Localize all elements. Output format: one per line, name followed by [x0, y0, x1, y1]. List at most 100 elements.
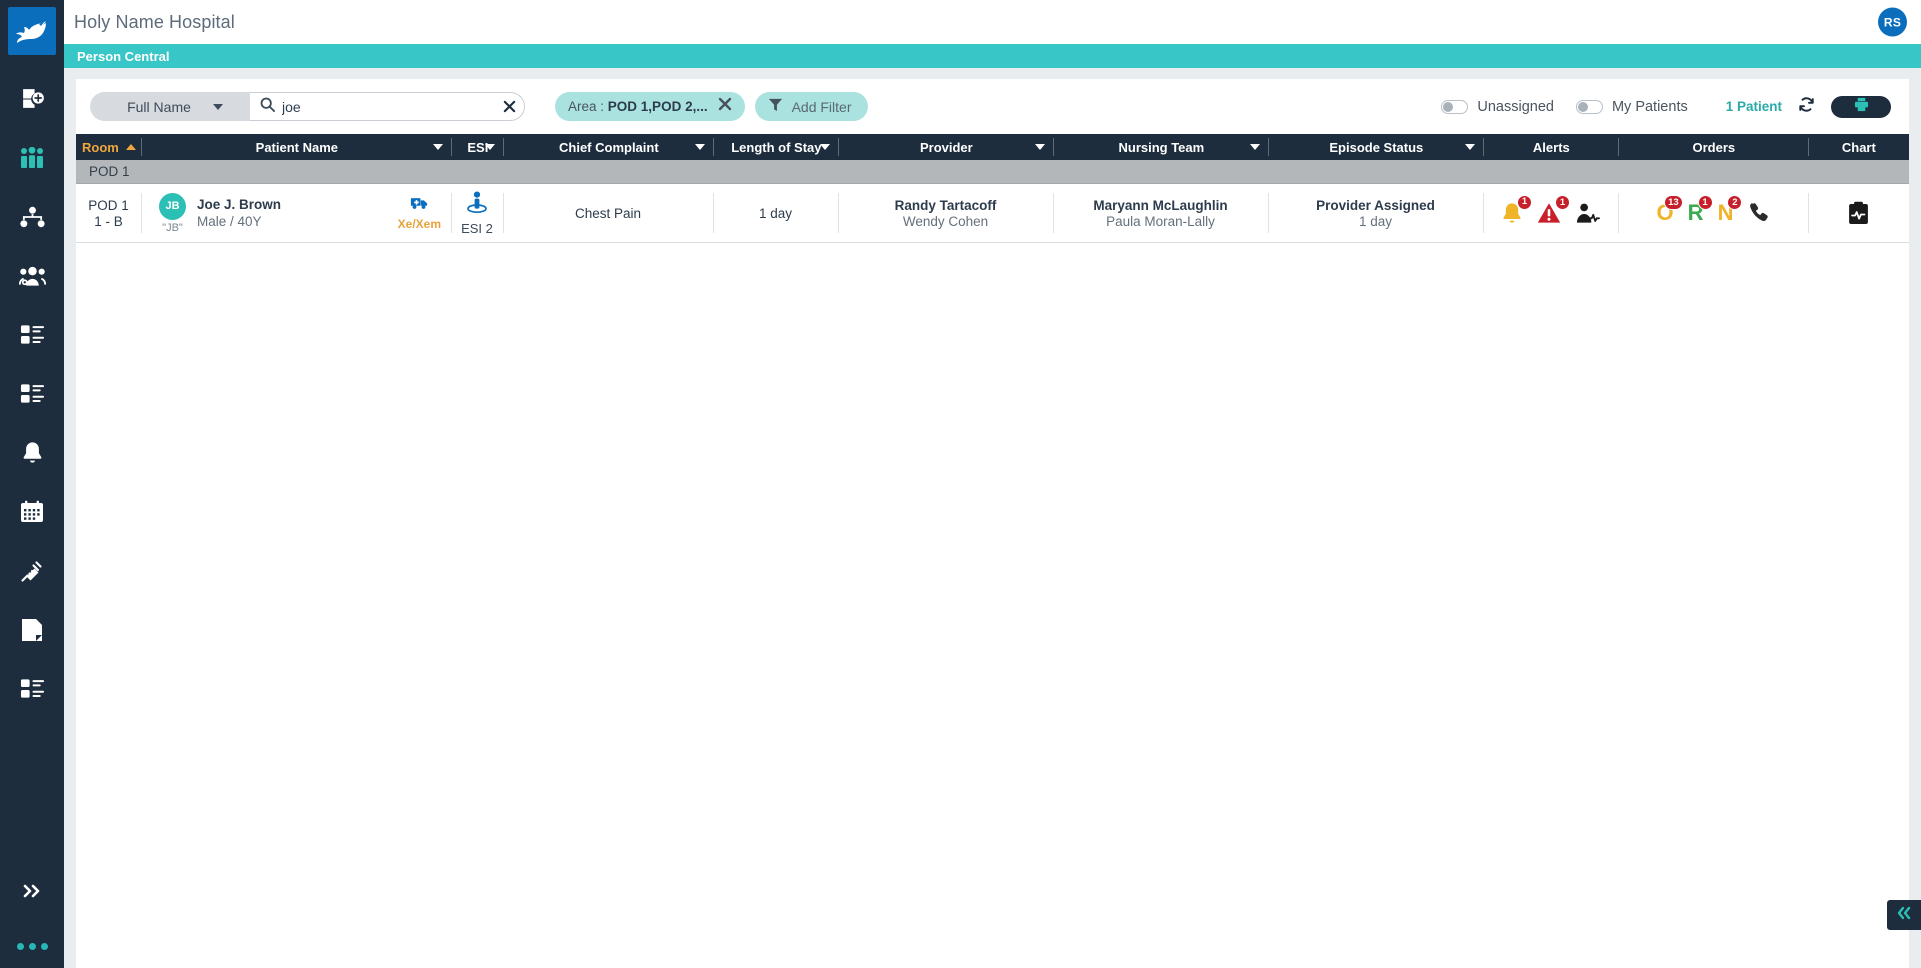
patient-list-table: Room Patient Name ESI Chief Complaint Length…: [76, 134, 1909, 968]
refresh-icon: [1798, 96, 1815, 118]
cell-room: POD 11 - B: [76, 184, 141, 242]
printer-icon: [1854, 97, 1869, 117]
count-badge: 2: [1727, 195, 1743, 210]
patient-name-label[interactable]: Joe J. Brown: [197, 197, 281, 212]
toggle-unassigned[interactable]: Unassigned: [1441, 99, 1554, 115]
column-header-chief-complaint[interactable]: Chief Complaint: [504, 134, 714, 160]
sidebar-expand-button[interactable]: [0, 876, 64, 910]
print-button[interactable]: [1831, 95, 1891, 118]
search-group: Full Name: [90, 92, 525, 121]
cell-episode-status: Provider Assigned 1 day: [1268, 184, 1483, 242]
syringe-icon: [20, 559, 44, 583]
chevron-down-icon[interactable]: [819, 144, 830, 150]
column-header-nursing-team[interactable]: Nursing Team: [1054, 134, 1269, 160]
sidebar-item-registration[interactable]: [0, 69, 64, 128]
people-group-icon: [19, 146, 45, 169]
toggle-unassigned-label: Unassigned: [1477, 98, 1554, 115]
nursing-primary: Maryann McLaughlin: [1093, 197, 1228, 213]
search-field-select[interactable]: Full Name: [90, 92, 250, 121]
chevron-down-icon[interactable]: [1464, 144, 1475, 150]
search-field-value: Full Name: [127, 98, 191, 115]
filter-chip-area[interactable]: Area : POD 1,POD 2,...: [555, 92, 745, 121]
warning-triangle-icon[interactable]: 1: [1537, 195, 1570, 224]
hierarchy-icon: [19, 206, 45, 228]
cell-length-of-stay: 1 day: [713, 184, 838, 242]
column-header-chart[interactable]: Chart: [1809, 134, 1909, 160]
phone-icon[interactable]: [1747, 202, 1769, 224]
toggle-unassigned-switch[interactable]: [1441, 99, 1469, 114]
remove-filter-icon[interactable]: [718, 97, 732, 116]
cell-chart: [1808, 184, 1908, 242]
sidebar-item-notifications[interactable]: [0, 423, 64, 482]
chief-complaint-label: Chest Pain: [574, 205, 642, 221]
chevron-down-icon[interactable]: [694, 144, 705, 150]
column-header-label: Patient Name: [255, 139, 339, 155]
avatar[interactable]: JB: [159, 192, 186, 220]
chevron-down-icon[interactable]: [1034, 144, 1045, 150]
team-settings-icon: [18, 265, 46, 287]
clipboard-waveform-icon[interactable]: [1847, 201, 1870, 225]
column-header-label: Chief Complaint: [559, 139, 659, 155]
panel-collapse-button[interactable]: [1887, 900, 1921, 930]
column-header-length-of-stay[interactable]: Length of Stay: [714, 134, 839, 160]
toggle-my-patients-switch[interactable]: [1575, 99, 1603, 114]
sidebar-item-org-chart[interactable]: [0, 187, 64, 246]
sidebar-item-worklist[interactable]: [0, 305, 64, 364]
sidebar-item-schedule[interactable]: [0, 482, 64, 541]
sidebar-item-people[interactable]: [0, 128, 64, 187]
avatar-nickname: "JB": [162, 221, 183, 234]
column-header-label: Episode Status: [1329, 139, 1424, 155]
bell-icon[interactable]: 1: [1501, 194, 1532, 225]
clipboard-add-icon: [20, 86, 45, 111]
patient-monitor-icon[interactable]: [1575, 203, 1600, 224]
column-header-patient-name[interactable]: Patient Name: [142, 134, 452, 160]
filter-chip-area-text: Area : POD 1,POD 2,...: [568, 99, 708, 114]
sidebar-item-reports[interactable]: [0, 659, 64, 718]
sidebar-item-tasks[interactable]: [0, 364, 64, 423]
sidebar-item-care-team[interactable]: [0, 246, 64, 305]
refresh-button[interactable]: [1798, 96, 1815, 118]
sidebar-item-medications[interactable]: [0, 541, 64, 600]
clear-search-icon[interactable]: [503, 100, 516, 113]
cell-nursing-team: Maryann McLaughlin Paula Moran-Lally: [1053, 184, 1268, 242]
ellipsis-icon: [28, 942, 36, 950]
column-header-room[interactable]: Room: [76, 134, 142, 160]
document-icon: [21, 618, 43, 642]
cell-esi: ESI 2: [451, 184, 503, 242]
chevron-down-icon[interactable]: [432, 144, 443, 150]
search-icon: [260, 97, 275, 117]
order-letter-r[interactable]: R1: [1688, 195, 1713, 224]
cell-chief-complaint: Chest Pain: [503, 184, 713, 242]
order-letter-n[interactable]: N2: [1718, 195, 1743, 224]
chevrons-left-icon: [1895, 906, 1913, 925]
provider-primary: Randy Tartacoff: [894, 197, 997, 213]
column-header-episode-status[interactable]: Episode Status: [1269, 134, 1484, 160]
list-blocks-alt-icon: [20, 383, 45, 404]
patient-pronouns: Xe/Xem: [397, 217, 441, 231]
sidebar-more-button[interactable]: [0, 936, 64, 956]
dove-logo-icon[interactable]: [8, 7, 56, 55]
chevron-down-icon[interactable]: [484, 144, 495, 150]
alerts-icon-group: 11: [1501, 194, 1600, 225]
count-badge: 13: [1664, 195, 1683, 210]
ellipsis-icon: [16, 942, 24, 950]
column-header-orders[interactable]: Orders: [1619, 134, 1809, 160]
patient-count-label: 1 Patient: [1725, 99, 1782, 114]
user-avatar[interactable]: RS: [1878, 7, 1907, 37]
group-header-row[interactable]: POD 1: [76, 160, 1909, 184]
column-header-label: Chart: [1841, 139, 1876, 155]
column-header-esi[interactable]: ESI: [452, 134, 504, 160]
toggle-my-patients[interactable]: My Patients: [1575, 99, 1688, 115]
table-row[interactable]: POD 11 - B JB "JB" Joe J. Brown Male / 40Y Xe…: [76, 184, 1909, 243]
column-header-provider[interactable]: Provider: [839, 134, 1054, 160]
chevrons-right-icon: [21, 883, 43, 904]
search-input[interactable]: [282, 98, 496, 115]
sidebar-item-documents[interactable]: [0, 600, 64, 659]
cell-patient-name[interactable]: JB "JB" Joe J. Brown Male / 40Y Xe/Xem: [141, 184, 451, 242]
order-letter-o[interactable]: O 13: [1657, 195, 1683, 224]
count-badge: 1: [1517, 194, 1532, 210]
column-header-alerts[interactable]: Alerts: [1484, 134, 1619, 160]
add-filter-button[interactable]: Add Filter: [754, 92, 868, 121]
chevron-down-icon[interactable]: [1249, 144, 1260, 150]
calendar-icon: [20, 500, 44, 523]
